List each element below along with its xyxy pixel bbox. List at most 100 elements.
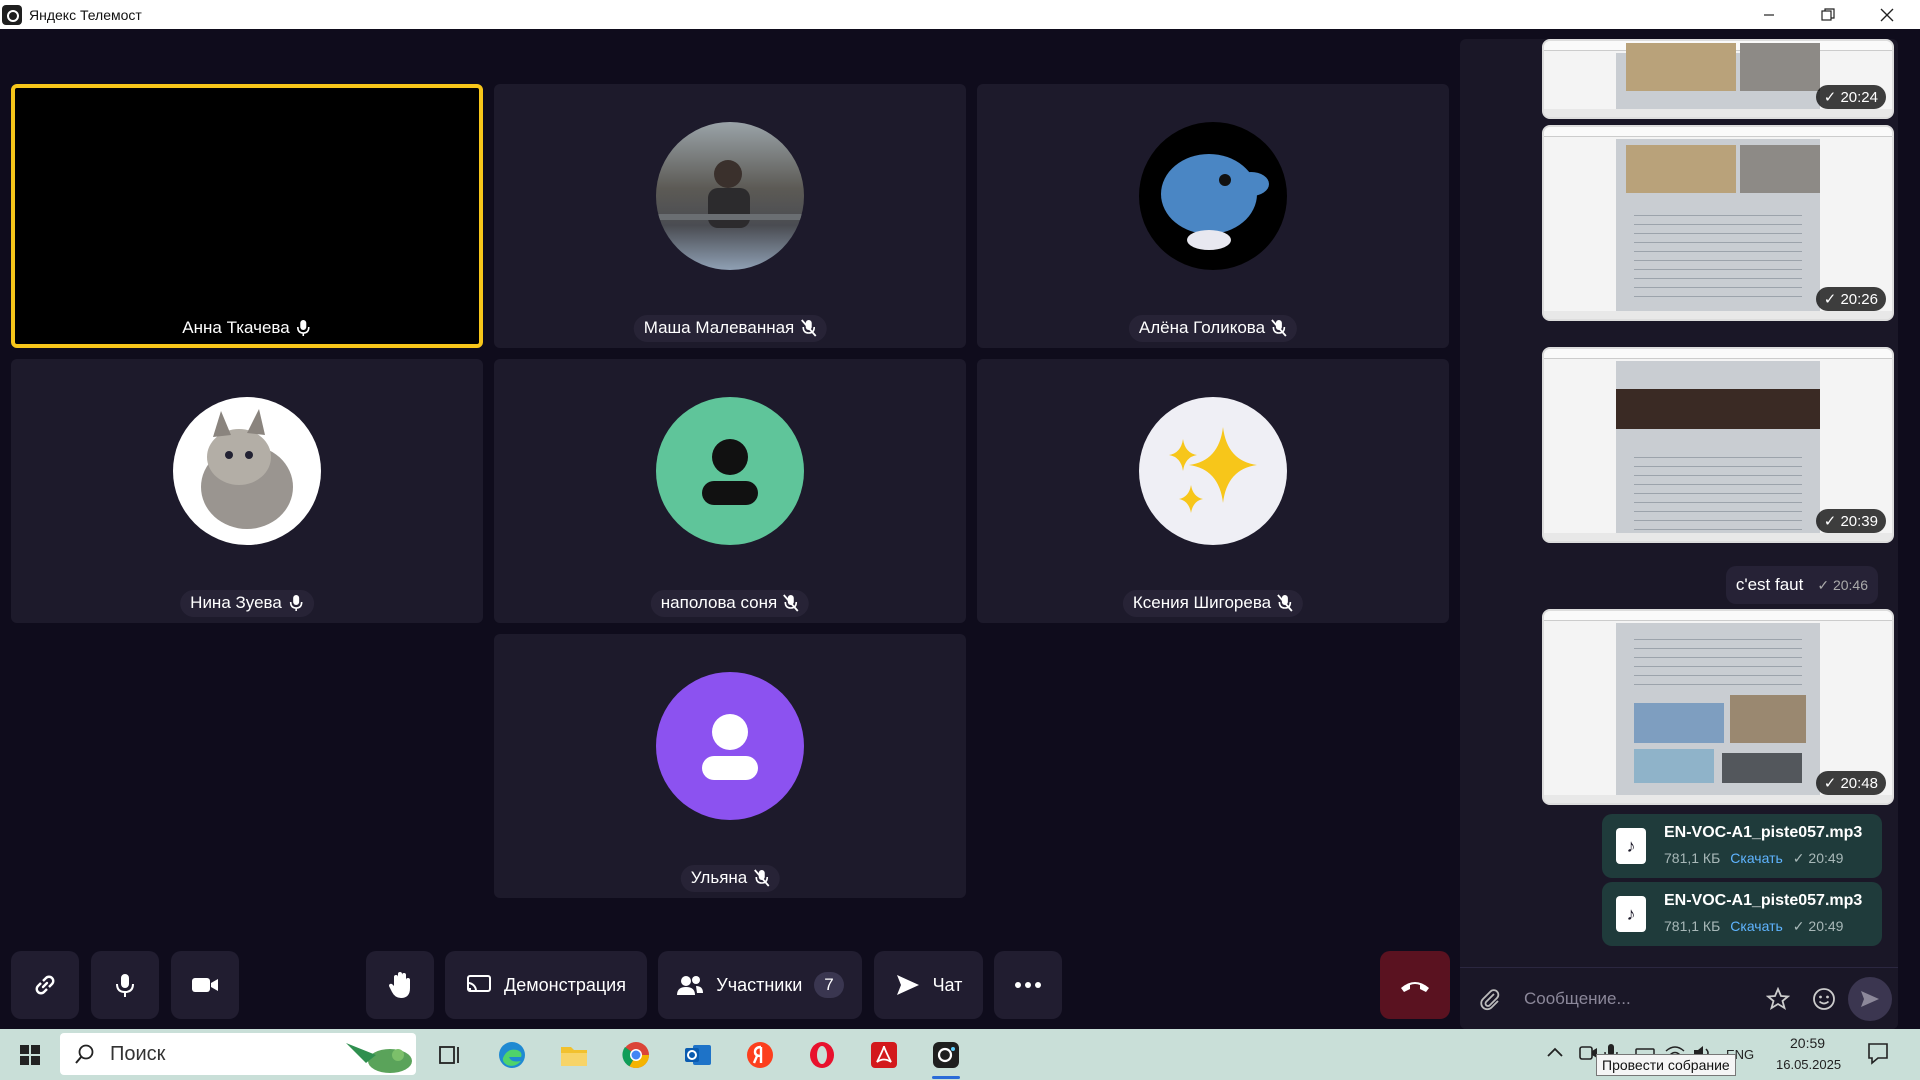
participant-tile[interactable]: наполова соня <box>494 359 966 623</box>
end-call-button[interactable] <box>1380 951 1450 1019</box>
message-time: ✓ 20:49 <box>1792 918 1844 934</box>
outlook-icon <box>685 1045 711 1065</box>
minimize-button[interactable] <box>1740 0 1798 29</box>
taskbar-search-input[interactable] <box>110 1042 310 1066</box>
chat-file-message[interactable]: ♪ EN-VOC-A1_piste057.mp3 781,1 КБ Скачат… <box>1602 882 1882 946</box>
meet-now-icon <box>1579 1046 1597 1060</box>
show-hidden-icons-button[interactable] <box>1546 1045 1564 1064</box>
message-time: ✓ 20:46 <box>1817 576 1868 593</box>
taskbar-acrobat[interactable] <box>864 1035 904 1075</box>
file-size: 781,1 КБ <box>1664 918 1721 934</box>
message-time: ✓ 20:24 <box>1815 85 1886 109</box>
mic-off-icon <box>753 869 769 887</box>
clock-time[interactable]: 20:59 <box>1790 1035 1825 1051</box>
download-link[interactable]: Скачать <box>1730 918 1783 935</box>
default-user-icon <box>702 714 758 780</box>
window-titlebar: Яндекс Телемост <box>0 0 1920 29</box>
clock-date[interactable]: 16.05.2025 <box>1776 1057 1841 1072</box>
taskbar-search[interactable] <box>60 1033 416 1075</box>
screen-share-icon <box>467 975 492 992</box>
chat-file-message[interactable]: ♪ EN-VOC-A1_piste057.mp3 781,1 КБ Скачат… <box>1602 814 1882 878</box>
participant-name: Маша Малеванная <box>643 318 795 337</box>
meet-now-button[interactable] <box>1578 1043 1598 1068</box>
message-time: ✓ 20:49 <box>1792 850 1844 866</box>
participant-tile[interactable]: Ксения Шигорева <box>977 359 1449 623</box>
chat-button[interactable]: Чат <box>874 951 983 1019</box>
building-illustration <box>1730 695 1806 743</box>
participants-button[interactable]: Участники 7 <box>658 951 862 1019</box>
participant-tile[interactable]: Ульяна <box>494 634 966 898</box>
screen-share-button[interactable]: Демонстрация <box>445 951 647 1019</box>
file-size: 781,1 КБ <box>1664 850 1721 866</box>
minimize-icon <box>1764 13 1774 16</box>
participant-tile[interactable]: Нина Зуева <box>11 359 483 623</box>
participant-tile[interactable]: Маша Малеванная <box>494 84 966 348</box>
screen-share-label: Демонстрация <box>504 974 626 995</box>
taskbar-file-explorer[interactable] <box>554 1035 594 1075</box>
more-dots-icon <box>1015 982 1041 988</box>
chat-label: Чат <box>932 974 963 995</box>
building-illustration <box>1626 43 1736 91</box>
people-illustration <box>1740 43 1820 91</box>
participants-count-badge: 7 <box>814 972 844 998</box>
chat-image-message[interactable]: ✓ 20:48 <box>1542 609 1894 805</box>
yandex-browser-icon <box>747 1042 773 1068</box>
message-input[interactable] <box>1524 982 1744 1016</box>
taskbar-chrome[interactable] <box>616 1035 656 1075</box>
participant-avatar <box>1139 122 1287 270</box>
participant-tile[interactable]: Алёна Голикова <box>977 84 1449 348</box>
more-button[interactable] <box>994 951 1062 1019</box>
participant-name-pill: наполова соня <box>650 590 810 617</box>
participant-avatar <box>1139 397 1287 545</box>
taskbar-telemost[interactable] <box>926 1035 966 1079</box>
notifications-button[interactable] <box>1866 1041 1890 1070</box>
mic-on-icon <box>288 594 304 612</box>
message-composer <box>1460 967 1898 1029</box>
participant-name-pill: Маша Малеванная <box>633 315 827 342</box>
participant-name-pill: Анна Ткачева <box>172 315 321 342</box>
emoji-button[interactable] <box>1812 987 1836 1016</box>
participant-name-pill: Ульяна <box>680 865 780 892</box>
microphone-button[interactable] <box>91 951 159 1019</box>
default-user-icon <box>702 439 758 505</box>
taskbar-yandex-browser[interactable] <box>740 1035 780 1075</box>
download-link[interactable]: Скачать <box>1730 850 1783 867</box>
participant-name: Ксения Шигорева <box>1132 593 1272 612</box>
camera-button[interactable] <box>171 951 239 1019</box>
send-arrow-icon <box>1861 991 1879 1007</box>
participants-label: Участники <box>716 974 803 995</box>
people-illustration <box>1740 145 1820 193</box>
participant-tile[interactable]: Анна Ткачева <box>11 84 483 348</box>
hang-up-icon <box>1401 982 1429 992</box>
taskbar-edge[interactable] <box>492 1035 532 1075</box>
paperclip-icon <box>1480 989 1500 1011</box>
participant-name-pill: Нина Зуева <box>180 590 314 617</box>
participants-icon <box>677 976 704 995</box>
start-button[interactable] <box>10 1035 50 1075</box>
emoji-icon <box>1813 988 1835 1010</box>
favorite-button[interactable] <box>1765 986 1791 1016</box>
close-button[interactable] <box>1858 0 1916 29</box>
chat-image-message[interactable]: ✓ 20:24 <box>1542 39 1894 119</box>
copy-link-button[interactable] <box>11 951 79 1019</box>
participant-avatar <box>656 397 804 545</box>
attach-button[interactable] <box>1478 987 1502 1016</box>
taskbar-outlook[interactable] <box>678 1035 718 1075</box>
task-view-button[interactable] <box>430 1035 470 1075</box>
chat-image-message[interactable]: ✓ 20:26 <box>1542 125 1894 321</box>
windows-logo-icon <box>20 1045 40 1065</box>
music-file-icon: ♪ <box>1616 828 1646 864</box>
participant-name: Ульяна <box>690 868 748 887</box>
restore-button[interactable] <box>1799 0 1857 29</box>
participant-name: Анна Ткачева <box>182 318 290 337</box>
microphone-icon <box>116 974 134 997</box>
chat-image-message[interactable]: ✓ 20:39 <box>1542 347 1894 543</box>
chat-text-message[interactable]: c'est faut ✓ 20:46 <box>1725 566 1878 604</box>
raise-hand-button[interactable] <box>366 951 434 1019</box>
raise-hand-icon <box>388 972 410 998</box>
music-file-icon: ♪ <box>1616 896 1646 932</box>
telemost-app-icon <box>933 1042 959 1068</box>
send-button[interactable] <box>1848 977 1892 1021</box>
message-time: ✓ 20:26 <box>1815 287 1886 311</box>
taskbar-opera[interactable] <box>802 1035 842 1075</box>
